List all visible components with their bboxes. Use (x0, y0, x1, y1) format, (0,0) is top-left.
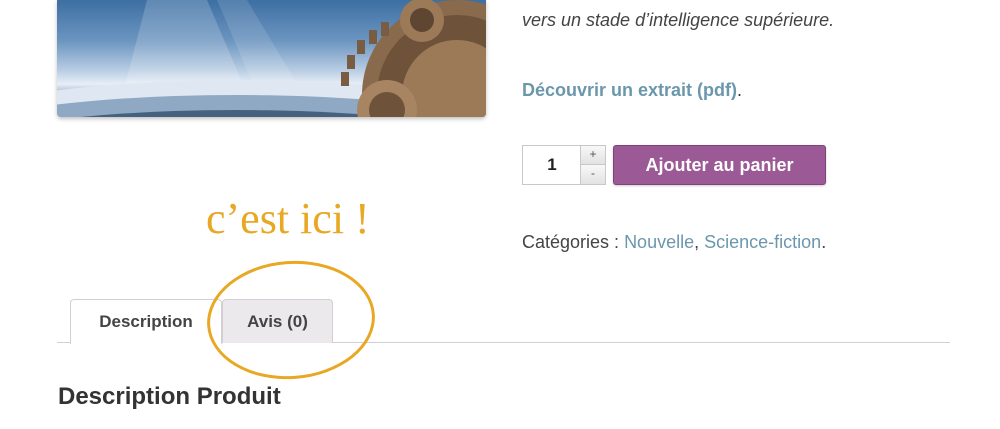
section-title: Description Produit (58, 383, 281, 410)
excerpt-line: Découvrir un extrait (pdf). (522, 80, 742, 101)
product-page: vers un stade d’intelligence supérieure.… (0, 0, 1000, 429)
excerpt-suffix: . (737, 80, 743, 100)
category-link-nouvelle[interactable]: Nouvelle (624, 232, 694, 252)
categories-separator: , (694, 232, 705, 252)
product-tagline: vers un stade d’intelligence supérieure. (522, 10, 835, 30)
quantity-stepper[interactable]: 1 + - (522, 145, 606, 185)
annotation-highlight-circle (203, 255, 379, 385)
quantity-increment-button[interactable]: + (580, 146, 605, 165)
categories-label: Catégories : (522, 232, 625, 252)
quantity-decrement-button[interactable]: - (580, 165, 605, 184)
annotation-callout-text: c’est ici ! (206, 194, 370, 243)
product-cover-image (57, 0, 486, 117)
excerpt-pdf-link[interactable]: Découvrir un extrait (pdf) (522, 80, 737, 100)
category-link-science-fiction[interactable]: Science-fiction (704, 232, 821, 252)
add-to-cart-button[interactable]: Ajouter au panier (613, 145, 826, 185)
categories-suffix: . (821, 232, 827, 252)
tab-description[interactable]: Description (70, 299, 222, 344)
product-categories: Catégories : Nouvelle, Science-fiction. (522, 232, 826, 253)
quantity-input[interactable]: 1 (523, 146, 581, 184)
